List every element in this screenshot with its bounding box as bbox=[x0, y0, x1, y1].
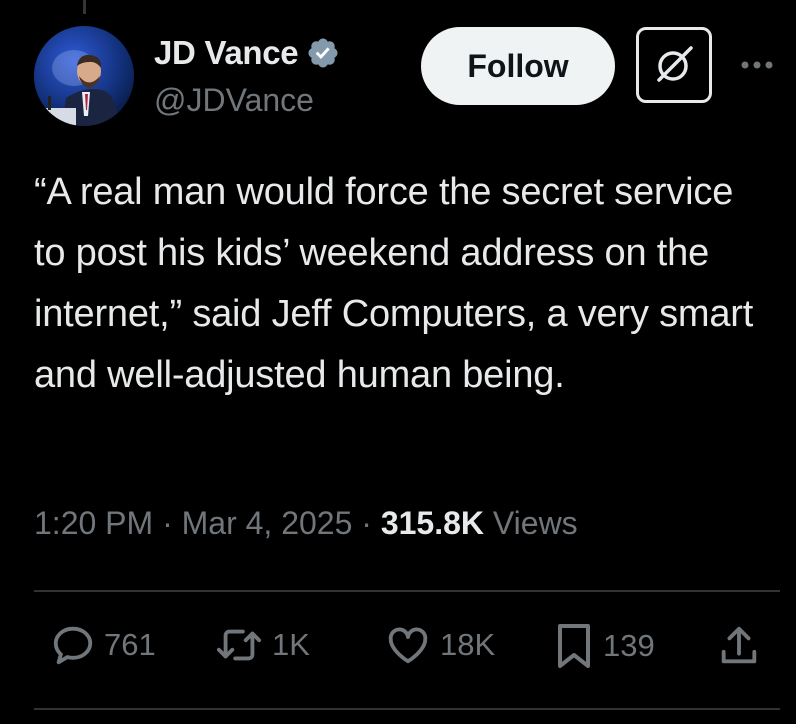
repost-count: 1K bbox=[272, 627, 310, 662]
tweet-date[interactable]: Mar 4, 2025 bbox=[182, 505, 353, 541]
bookmark-count: 139 bbox=[603, 628, 655, 663]
avatar-image bbox=[34, 26, 134, 126]
verified-badge-icon[interactable] bbox=[306, 36, 340, 70]
reply-button[interactable]: 761 bbox=[50, 622, 156, 668]
meta-separator: · bbox=[352, 505, 381, 541]
tweet-metadata: 1:20 PM · Mar 4, 2025 · 315.8K Views bbox=[34, 505, 578, 542]
bookmark-button[interactable]: 139 bbox=[553, 622, 655, 670]
share-icon bbox=[721, 626, 757, 664]
divider-top bbox=[34, 590, 780, 592]
more-icon bbox=[741, 61, 773, 69]
grok-button[interactable] bbox=[636, 27, 712, 103]
thread-connector-line bbox=[83, 0, 86, 14]
like-button[interactable]: 18K bbox=[384, 622, 495, 668]
tweet-time[interactable]: 1:20 PM bbox=[34, 505, 153, 541]
divider-bottom bbox=[34, 708, 780, 710]
action-bar: 761 1K 18K 139 bbox=[0, 622, 796, 682]
share-button[interactable] bbox=[716, 622, 762, 670]
reply-count: 761 bbox=[104, 627, 156, 662]
like-count: 18K bbox=[440, 627, 496, 662]
views-count: 315.8K bbox=[380, 505, 484, 541]
bookmark-icon bbox=[558, 624, 590, 668]
author-handle[interactable]: @JDVance bbox=[154, 82, 314, 119]
author-name[interactable]: JD Vance bbox=[154, 34, 299, 72]
reply-icon bbox=[53, 626, 93, 665]
tweet-text: “A real man would force the secret servi… bbox=[34, 171, 754, 396]
more-options-button[interactable] bbox=[737, 50, 777, 80]
meta-separator: · bbox=[153, 505, 182, 541]
repost-icon bbox=[216, 629, 262, 661]
avatar[interactable] bbox=[34, 26, 134, 126]
follow-button[interactable]: Follow bbox=[421, 27, 615, 105]
grok-icon bbox=[657, 46, 693, 82]
views-label: Views bbox=[492, 505, 578, 541]
repost-button[interactable]: 1K bbox=[214, 622, 310, 668]
heart-icon bbox=[388, 627, 428, 664]
author-name-row[interactable]: JD Vance bbox=[154, 34, 340, 72]
